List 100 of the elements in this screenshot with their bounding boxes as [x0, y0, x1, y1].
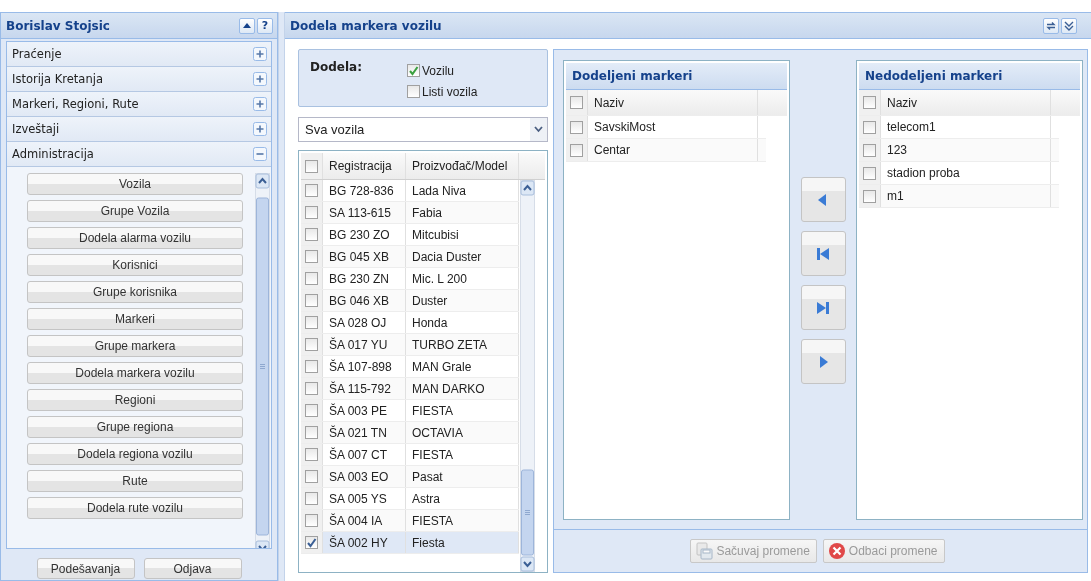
menu-button[interactable]: Korisnici — [27, 254, 243, 276]
menu-button[interactable]: Grupe korisnika — [27, 281, 243, 303]
footer-button[interactable]: Podešavanja — [36, 558, 135, 579]
column-header[interactable]: Registracija — [323, 153, 406, 179]
checkbox[interactable] — [305, 536, 318, 549]
checkbox[interactable] — [305, 360, 318, 373]
checkbox[interactable] — [305, 316, 318, 329]
select-all-checkbox[interactable] — [863, 96, 876, 109]
collapse-button[interactable] — [239, 17, 255, 34]
checkbox[interactable] — [305, 470, 318, 483]
move-right-button[interactable] — [800, 339, 846, 384]
table-row[interactable]: SA 003 EO Pasat — [301, 466, 519, 488]
table-cell: Fiesta — [406, 532, 519, 553]
table-cell: Dacia Duster — [406, 246, 519, 267]
scrollbar[interactable] — [520, 180, 535, 572]
table-row[interactable]: BG 046 XB Duster — [301, 290, 519, 312]
disk-icon — [695, 542, 714, 560]
table-row[interactable]: SA 028 OJ Honda — [301, 312, 519, 334]
table-row[interactable]: SA 005 YS Astra — [301, 488, 519, 510]
table-row[interactable]: ŠA 004 IA FIESTA — [301, 510, 519, 532]
table-row[interactable]: ŠA 003 PE FIESTA — [301, 400, 519, 422]
table-row[interactable]: ŠA 115-792 MAN DARKO — [301, 378, 519, 400]
table-row[interactable]: ŠA 107-898 MAN Grale — [301, 356, 519, 378]
field-label: Dodela: — [310, 60, 363, 76]
table-row[interactable]: BG 728-836 Lada Niva — [301, 180, 519, 202]
checkbox-label: Vozilu — [422, 62, 455, 80]
refresh-icon — [1046, 20, 1056, 31]
menu-button[interactable]: Dodela alarma vozilu — [27, 227, 243, 249]
table-row[interactable]: SA 113-615 Fabia — [301, 202, 519, 224]
checkbox[interactable] — [305, 228, 318, 241]
dropdown-button[interactable] — [530, 118, 547, 141]
checkbox[interactable] — [305, 514, 318, 527]
move-all-left-button[interactable] — [800, 231, 846, 276]
move-left-button[interactable] — [800, 177, 846, 222]
menu-button[interactable]: Grupe regiona — [27, 416, 243, 438]
column-header[interactable]: Proizvođač/Model — [406, 153, 519, 179]
help-button[interactable]: ? — [257, 17, 273, 34]
menu-button[interactable]: Regioni — [27, 389, 243, 411]
table-cell: Centar — [588, 139, 758, 161]
menu-button[interactable]: Markeri — [27, 308, 243, 330]
refresh-button[interactable] — [1043, 17, 1059, 34]
table-row[interactable]: ŠA 007 CT FIESTA — [301, 444, 519, 466]
accordion-header[interactable]: Administracija — [7, 142, 271, 167]
checkbox[interactable] — [407, 64, 420, 77]
footer-button[interactable]: Odjava — [143, 558, 242, 579]
menu-button[interactable]: Vozila — [27, 173, 243, 195]
menu-button[interactable]: Dodela regiona vozilu — [27, 443, 243, 465]
checkbox[interactable] — [863, 166, 876, 180]
panel-title: Dodela markera vozilu — [290, 18, 443, 33]
checkbox[interactable] — [305, 382, 318, 395]
menu-button[interactable]: Rute — [27, 470, 243, 492]
table-cell: stadion proba — [881, 162, 1051, 184]
checkbox[interactable] — [305, 492, 318, 505]
table-cell: ŠA 017 YU — [323, 334, 406, 355]
checkbox[interactable] — [305, 404, 318, 417]
table-row[interactable]: ŠA 002 HY Fiesta — [301, 532, 519, 554]
table-cell: ŠA 007 CT — [323, 444, 406, 465]
select-all-checkbox[interactable] — [305, 159, 318, 173]
checkbox[interactable] — [570, 143, 583, 157]
table-row[interactable]: ŠA 021 TN OCTAVIA — [301, 422, 519, 444]
menu-button[interactable]: Dodela markera vozilu — [27, 362, 243, 384]
table-cell: Honda — [406, 312, 519, 333]
checkbox[interactable] — [407, 85, 420, 98]
table-cell: MAN Grale — [406, 356, 519, 377]
checkbox[interactable] — [863, 120, 876, 134]
table-cell: telecom1 — [881, 116, 1051, 138]
dropdown-field[interactable]: Sva vozila — [298, 117, 548, 142]
select-all-checkbox[interactable] — [570, 96, 583, 109]
table-cell: BG 728-836 — [323, 180, 406, 201]
accordion-header[interactable]: Markeri, Regioni, Rute — [7, 92, 271, 117]
table-cell: SA 003 EO — [323, 466, 406, 487]
accordion-header[interactable]: Istorija Kretanja — [7, 67, 271, 92]
checkbox[interactable] — [305, 448, 318, 461]
table-cell: SA 005 YS — [323, 488, 406, 509]
checkbox[interactable] — [305, 184, 318, 197]
checkbox[interactable] — [863, 143, 876, 157]
accordion-header[interactable]: Izveštaji — [7, 117, 271, 142]
table-row[interactable]: BG 230 ZO Mitcubisi — [301, 224, 519, 246]
table-cell: m1 — [881, 185, 1051, 207]
table-cell: ŠA 115-792 — [323, 378, 406, 399]
checkbox[interactable] — [305, 426, 318, 439]
menu-button[interactable]: Grupe markera — [27, 335, 243, 357]
scrollbar[interactable] — [255, 173, 270, 548]
table-row[interactable]: BG 045 XB Dacia Duster — [301, 246, 519, 268]
checkbox[interactable] — [305, 250, 318, 263]
move-all-right-button[interactable] — [800, 285, 846, 330]
table-cell: BG 230 ZN — [323, 268, 406, 289]
table-row[interactable]: ŠA 017 YU TURBO ZETA — [301, 334, 519, 356]
accordion-header[interactable]: Praćenje — [7, 42, 271, 67]
menu-button[interactable]: Dodela rute vozilu — [27, 497, 243, 519]
checkbox[interactable] — [305, 206, 318, 219]
checkbox[interactable] — [305, 272, 318, 285]
checkbox[interactable] — [305, 294, 318, 307]
caret-up-icon — [243, 23, 251, 28]
collapse-button[interactable] — [1061, 17, 1077, 34]
menu-button[interactable]: Grupe Vozila — [27, 200, 243, 222]
checkbox[interactable] — [570, 120, 583, 134]
checkbox[interactable] — [305, 338, 318, 351]
table-row[interactable]: BG 230 ZN Mic. L 200 — [301, 268, 519, 290]
checkbox[interactable] — [863, 189, 876, 203]
